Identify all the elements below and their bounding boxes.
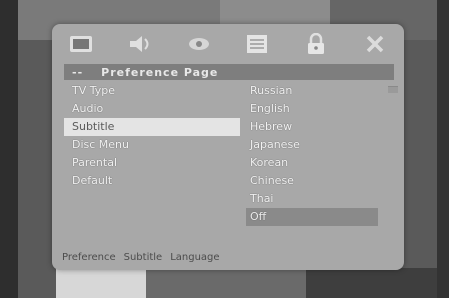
value-item[interactable]: English [246,100,378,118]
value-item[interactable]: Hebrew [246,118,378,136]
audio-setup-icon[interactable] [124,30,156,58]
exit-icon[interactable] [359,30,391,58]
value-item-selected[interactable]: Off [246,208,378,226]
value-item[interactable]: Japanese [246,136,378,154]
password-lock-icon[interactable] [300,30,332,58]
tv-frame-right [437,0,449,298]
option-parental[interactable]: Parental [64,154,240,172]
page-title: Preference Page [101,65,219,79]
value-item[interactable]: Korean [246,154,378,172]
background-stripe [56,268,146,298]
option-default[interactable]: Default [64,172,240,190]
option-tv-type[interactable]: TV Type [64,82,240,100]
preference-page-icon[interactable] [241,30,273,58]
menu-content: TV Type Audio Subtitle Disc Menu Parenta… [64,82,400,252]
status-path-item: Subtitle [123,252,163,263]
value-list: Russian English Hebrew Japanese Korean C… [246,82,378,226]
scrollbar[interactable] [388,86,398,93]
option-disc-menu[interactable]: Disc Menu [64,136,240,154]
option-subtitle[interactable]: Subtitle [64,118,240,136]
video-setup-icon[interactable] [183,30,215,58]
general-setup-icon[interactable] [65,30,97,58]
option-audio[interactable]: Audio [64,100,240,118]
background-stripe [146,268,306,298]
header-prefix: -- [72,65,84,79]
background-stripe [306,268,437,298]
value-item[interactable]: Russian [246,82,378,100]
status-path-item: Language [170,252,220,263]
option-list: TV Type Audio Subtitle Disc Menu Parenta… [64,82,240,190]
status-breadcrumb: Preference Subtitle Language [62,250,396,266]
value-item[interactable]: Chinese [246,172,378,190]
value-item[interactable]: Thai [246,190,378,208]
menu-icon-bar [52,24,404,64]
status-path-item: Preference [62,252,116,263]
setup-menu: -- Preference Page TV Type Audio Subtitl… [52,24,404,270]
page-header: -- Preference Page [64,64,394,80]
tv-frame-left [0,0,18,298]
